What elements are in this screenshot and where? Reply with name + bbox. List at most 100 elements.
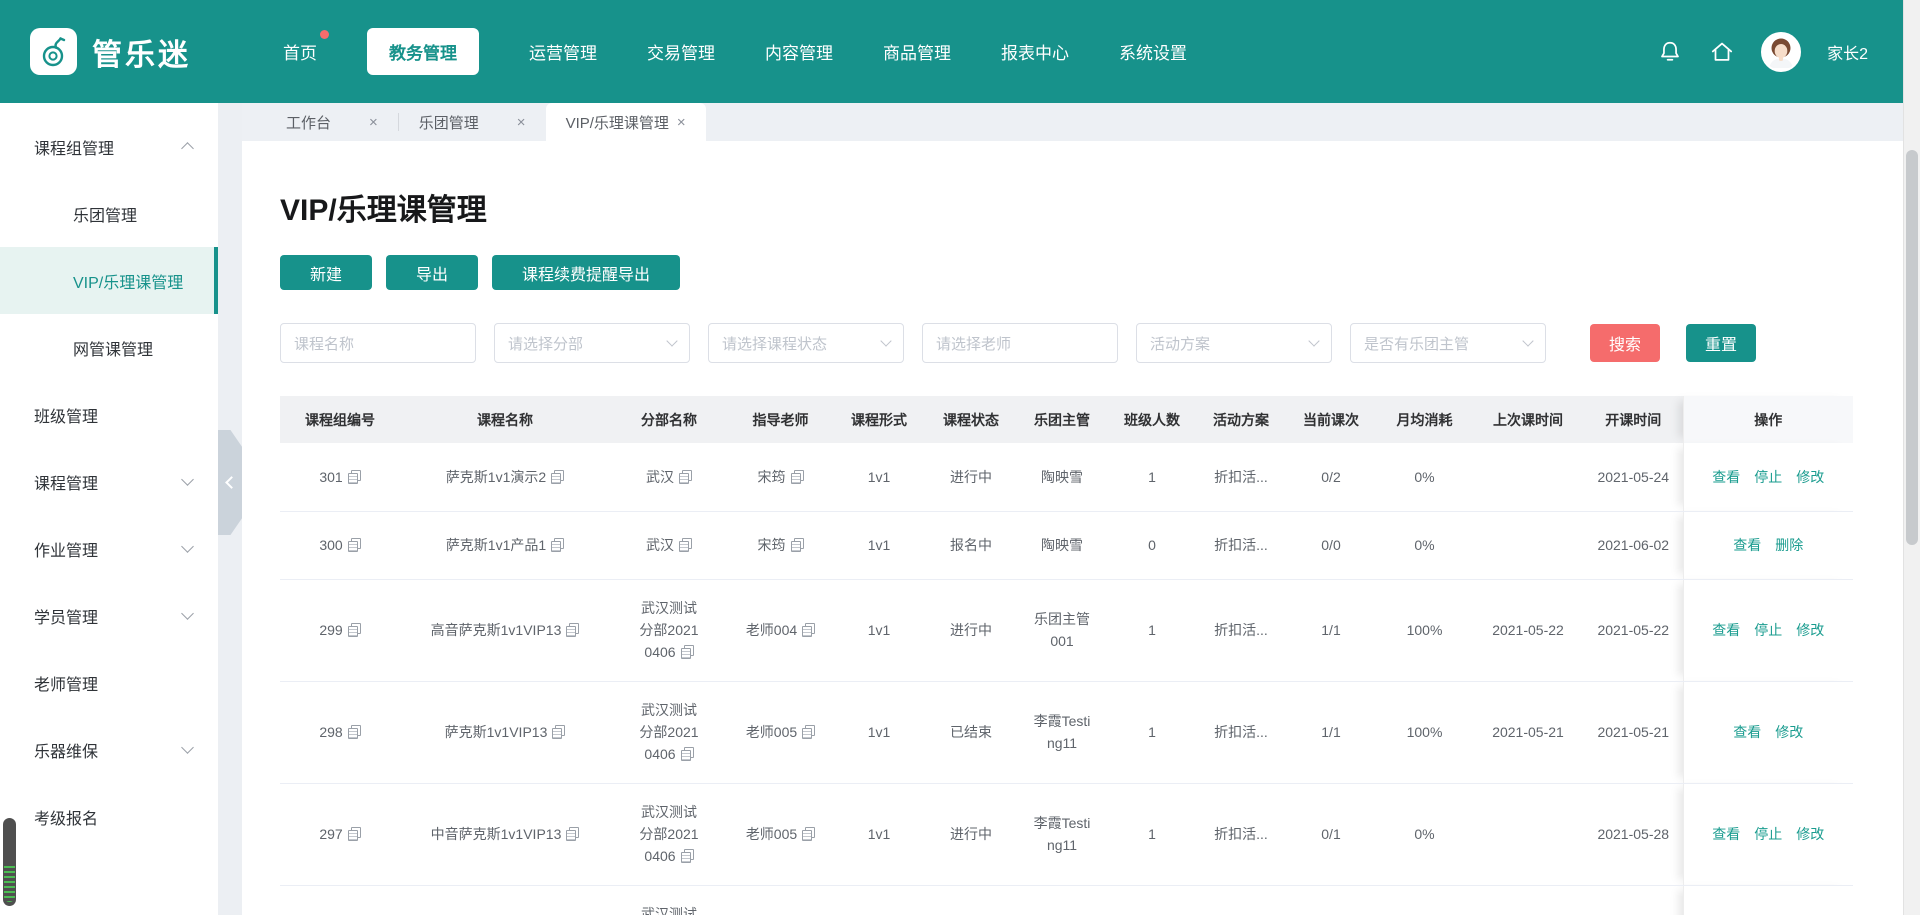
copy-icon[interactable]	[348, 827, 361, 841]
action-link-修改[interactable]: 修改	[1796, 619, 1824, 641]
nav-item-8[interactable]: 系统设置	[1119, 28, 1187, 75]
cell-课程名称: 萨克斯1v1演示2	[400, 443, 610, 511]
action-link-查看[interactable]: 查看	[1733, 721, 1761, 743]
action-button-2[interactable]: 导出	[386, 255, 478, 290]
copy-icon[interactable]	[348, 725, 361, 739]
search-button[interactable]: 搜索	[1590, 324, 1660, 362]
filter-placeholder: 课程名称	[294, 333, 354, 354]
nav-item-3[interactable]: 运营管理	[529, 28, 597, 75]
sidebar-item-8[interactable]: 学员管理	[0, 582, 218, 649]
filter-input-1[interactable]: 课程名称	[280, 323, 476, 363]
sidebar-item-6[interactable]: 课程管理	[0, 448, 218, 515]
action-link-查看[interactable]: 查看	[1733, 534, 1761, 556]
sidebar-item-9[interactable]: 老师管理	[0, 649, 218, 716]
cell-活动方案: 折扣活...	[1197, 783, 1285, 885]
cell-text: 折扣活...	[1214, 537, 1268, 553]
copy-icon[interactable]	[348, 538, 361, 552]
action-link-删除[interactable]: 删除	[1775, 534, 1803, 556]
copy-icon[interactable]	[802, 827, 815, 841]
cell-当前课次: 0/0	[1285, 511, 1377, 579]
action-link-停止[interactable]: 停止	[1754, 619, 1782, 641]
filter-select-3[interactable]: 请选择课程状态	[708, 323, 904, 363]
tab-3[interactable]: VIP/乐理课管理×	[546, 103, 706, 141]
cell-text: 0%	[1414, 537, 1434, 553]
notification-dot-icon	[320, 30, 329, 39]
nav-item-6[interactable]: 商品管理	[883, 28, 951, 75]
home-icon[interactable]	[1709, 39, 1735, 65]
cell-text: 萨克斯1v1产品1	[446, 537, 546, 553]
cell-乐团主管: 李霞Testi ng11	[1017, 885, 1107, 915]
action-link-停止[interactable]: 停止	[1754, 823, 1782, 845]
nav-item-5[interactable]: 内容管理	[765, 28, 833, 75]
cell-班级人数: 1	[1107, 579, 1197, 681]
action-button-1[interactable]: 新建	[280, 255, 372, 290]
action-link-停止[interactable]: 停止	[1754, 466, 1782, 488]
tab-close-icon[interactable]: ×	[517, 115, 526, 130]
copy-icon[interactable]	[791, 538, 804, 552]
nav-item-4[interactable]: 交易管理	[647, 28, 715, 75]
page-scrollbar[interactable]	[1903, 0, 1920, 915]
sidebar-item-11[interactable]: 考级报名	[0, 783, 218, 850]
sidebar-item-label: 学员管理	[34, 604, 98, 628]
sidebar-item-5[interactable]: 班级管理	[0, 381, 218, 448]
action-button-3[interactable]: 课程续费提醒导出	[492, 255, 680, 290]
tab-close-icon[interactable]: ×	[369, 115, 378, 130]
copy-icon[interactable]	[681, 645, 694, 659]
sidebar-item-label: 老师管理	[34, 671, 98, 695]
nav-item-2[interactable]: 教务管理	[367, 28, 479, 75]
copy-icon[interactable]	[348, 623, 361, 637]
filter-select-6[interactable]: 是否有乐团主管	[1350, 323, 1546, 363]
cell-班级人数: 0	[1107, 511, 1197, 579]
sidebar-item-1[interactable]: 课程组管理	[0, 113, 218, 180]
action-link-查看[interactable]: 查看	[1712, 823, 1740, 845]
bell-icon[interactable]	[1657, 39, 1683, 65]
cell-上次课时间	[1472, 443, 1584, 511]
copy-icon[interactable]	[802, 725, 815, 739]
cell-text: 1v1	[868, 537, 891, 553]
column-header-4: 指导老师	[728, 396, 833, 443]
sidebar-item-4[interactable]: 网管课管理	[0, 314, 218, 381]
action-link-修改[interactable]: 修改	[1796, 466, 1824, 488]
filter-input-4[interactable]: 请选择老师	[922, 323, 1118, 363]
user-avatar[interactable]	[1761, 32, 1801, 72]
action-link-修改[interactable]: 修改	[1796, 823, 1824, 845]
username-label[interactable]: 家长2	[1827, 40, 1868, 64]
sidebar-item-2[interactable]: 乐团管理	[0, 180, 218, 247]
copy-icon[interactable]	[552, 725, 565, 739]
sidebar-item-label: 课程组管理	[34, 135, 114, 159]
sidebar-item-3[interactable]: VIP/乐理课管理	[0, 247, 218, 314]
cell-text: 2021-05-21	[1492, 724, 1564, 740]
action-link-修改[interactable]: 修改	[1775, 721, 1803, 743]
sidebar-item-10[interactable]: 乐器维保	[0, 716, 218, 783]
action-link-查看[interactable]: 查看	[1712, 619, 1740, 641]
nav-item-1[interactable]: 首页	[283, 28, 317, 75]
action-link-查看[interactable]: 查看	[1712, 466, 1740, 488]
tab-2[interactable]: 乐团管理×	[399, 103, 546, 141]
reset-button[interactable]: 重置	[1686, 324, 1756, 362]
filter-placeholder: 活动方案	[1150, 333, 1210, 354]
filter-select-5[interactable]: 活动方案	[1136, 323, 1332, 363]
tab-1[interactable]: 工作台×	[266, 103, 398, 141]
copy-icon[interactable]	[802, 623, 815, 637]
filter-placeholder: 请选择课程状态	[722, 333, 827, 354]
chevron-down-icon	[181, 540, 194, 553]
sidebar-item-7[interactable]: 作业管理	[0, 515, 218, 582]
copy-icon[interactable]	[551, 538, 564, 552]
copy-icon[interactable]	[681, 849, 694, 863]
copy-icon[interactable]	[566, 623, 579, 637]
copy-icon[interactable]	[679, 538, 692, 552]
left-scrollbar-thumb[interactable]	[3, 818, 16, 906]
copy-icon[interactable]	[681, 747, 694, 761]
tab-close-icon[interactable]: ×	[677, 115, 686, 130]
nav-item-7[interactable]: 报表中心	[1001, 28, 1069, 75]
cell-text: 0/0	[1321, 537, 1340, 553]
filter-select-2[interactable]: 请选择分部	[494, 323, 690, 363]
copy-icon[interactable]	[348, 470, 361, 484]
copy-icon[interactable]	[679, 470, 692, 484]
page-scrollbar-thumb[interactable]	[1906, 150, 1918, 545]
copy-icon[interactable]	[566, 827, 579, 841]
copy-icon[interactable]	[551, 470, 564, 484]
filter-placeholder: 是否有乐团主管	[1364, 333, 1469, 354]
copy-icon[interactable]	[791, 470, 804, 484]
sidebar-collapse-handle[interactable]	[218, 430, 242, 535]
